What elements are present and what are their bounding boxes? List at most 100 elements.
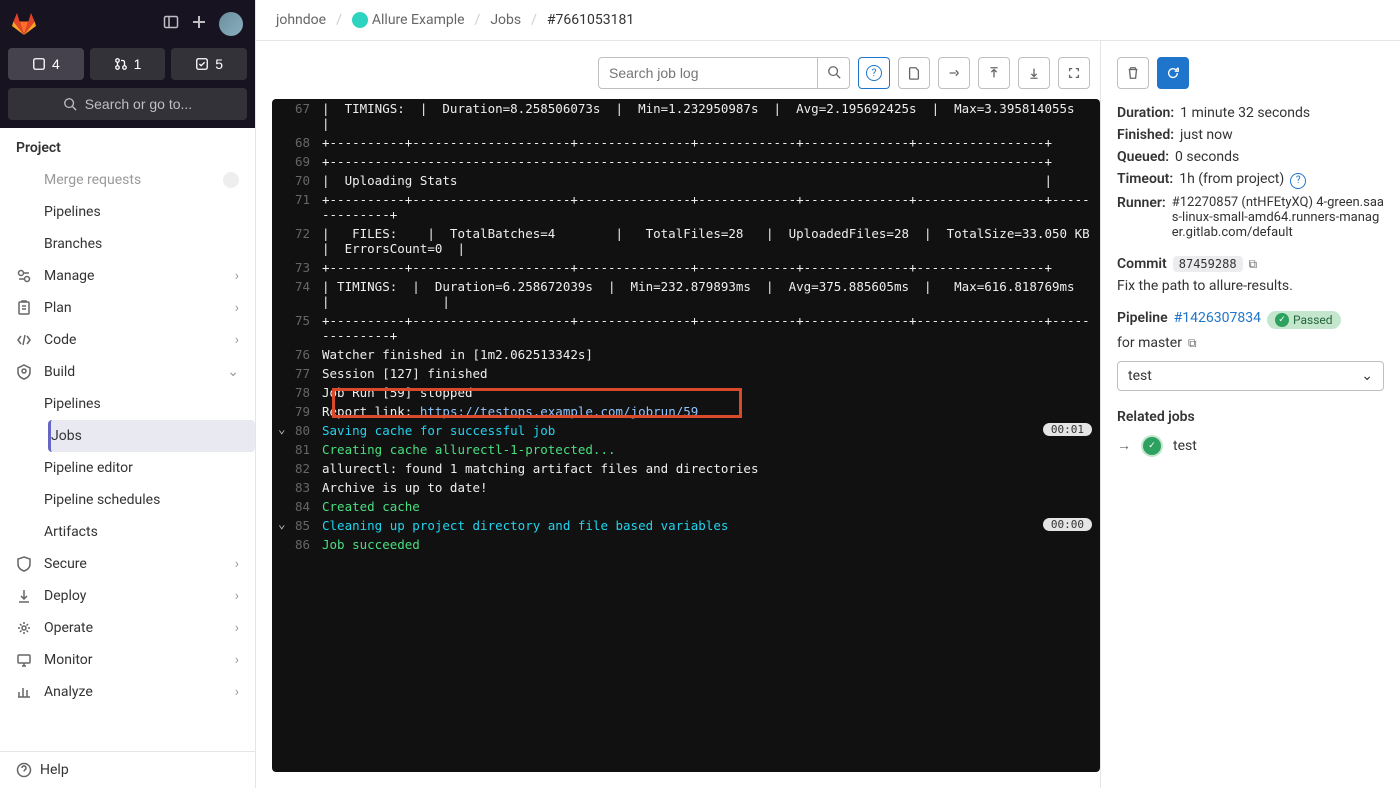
issues-badge-button[interactable]: 4 [8,48,84,80]
help-label: Help [40,762,69,778]
commit-hash[interactable]: 87459288 [1173,256,1243,272]
copy-commit-icon[interactable]: ⧉ [1249,257,1258,272]
log-line-77: 77Session [127] finished [272,364,1100,383]
chevron-down-icon: ⌄ [1361,368,1373,384]
analyze-icon [16,684,32,700]
sidebar-item-code[interactable]: Code› [0,324,255,356]
runner-label: Runner: [1117,195,1166,211]
sidebar-item-pipelines-top[interactable]: Pipelines [44,196,255,228]
pipeline-id-link[interactable]: #1426307834 [1174,310,1261,326]
sidebar-item-branches[interactable]: Branches [44,228,255,260]
fold-toggle-icon[interactable]: ⌄ [278,516,286,531]
breadcrumb-project[interactable]: Allure Example [352,12,465,28]
chevron-right-icon: › [235,652,239,668]
pipeline-for: for master [1117,335,1182,351]
sidebar-item-monitor[interactable]: Monitor› [0,644,255,676]
help-link[interactable]: Help [0,751,255,788]
duration-label: Duration: [1117,105,1174,121]
plan-icon [16,300,32,316]
commit-label: Commit [1117,256,1167,272]
sidebar-item-build[interactable]: Build⌄ [0,356,255,388]
related-job-item[interactable]: → ✓ test [1117,435,1384,457]
log-line-79: 79Report link: https://testops.example.c… [272,402,1100,421]
deploy-icon [16,588,32,604]
breadcrumb-job-id[interactable]: #7661053181 [547,12,634,28]
plus-icon[interactable] [191,14,207,34]
collapse-sidebar-icon[interactable] [163,14,179,34]
log-line-84: 84Created cache [272,497,1100,516]
sidebar-subitem-pipelines[interactable]: Pipelines [44,388,255,420]
sidebar-item-plan[interactable]: Plan› [0,292,255,324]
stage-select[interactable]: test⌄ [1117,361,1384,391]
log-line-80: 80Saving cache for successful job00:01 [272,421,1100,440]
commit-message: Fix the path to allure-results. [1117,278,1293,294]
retry-job-button[interactable] [1157,57,1189,89]
fold-toggle-icon[interactable]: ⌄ [278,421,286,436]
todo-count: 5 [215,56,223,72]
log-line-85: 85Cleaning up project directory and file… [272,516,1100,535]
runner-value: #12270857 (ntHFEtyXQ) 4-green.saas-linux… [1172,195,1384,240]
chevron-right-icon: › [235,620,239,636]
sidebar-item-analyze[interactable]: Analyze› [0,676,255,708]
gitlab-logo[interactable] [12,12,36,36]
sidebar-item-merge-requests[interactable]: Merge requests [44,164,255,196]
sidebar-subitem-artifacts[interactable]: Artifacts [44,516,255,548]
search-log-input[interactable] [598,57,818,89]
related-job-name: test [1173,438,1197,454]
duration-value: 1 minute 32 seconds [1180,105,1310,121]
raw-log-icon[interactable] [898,57,930,89]
sidebar-topbar: 4 1 5 Search or go to... [0,0,255,128]
sidebar-item-operate[interactable]: Operate› [0,612,255,644]
copy-branch-icon[interactable]: ⧉ [1188,336,1197,351]
scroll-bottom-icon[interactable] [1018,57,1050,89]
sidebar-nav: Merge requests Pipelines Branches Manage… [0,164,255,751]
delete-job-button[interactable] [1117,57,1149,89]
user-avatar[interactable] [219,12,243,36]
section-duration-badge: 00:00 [1043,518,1092,531]
log-line-83: 83Archive is up to date! [272,478,1100,497]
pipeline-label: Pipeline [1117,310,1168,326]
finished-value: just now [1180,127,1233,143]
merge-requests-count: 1 [134,56,142,72]
main-content: johndoe / Allure Example / Jobs / #76610… [256,0,1400,788]
sidebar-subitem-pipeline-schedules[interactable]: Pipeline schedules [44,484,255,516]
project-section-label: Project [0,128,255,164]
timeout-value: 1h (from project) [1179,171,1284,187]
log-help-icon[interactable]: ? [858,57,890,89]
breadcrumb-section[interactable]: Jobs [490,12,521,28]
search-button[interactable]: Search or go to... [8,88,247,120]
todo-badge-button[interactable]: 5 [171,48,247,80]
scroll-to-icon[interactable] [938,57,970,89]
log-line-73: 73+----------+---------------------+----… [272,258,1100,277]
log-line-75: 75+----------+---------------------+----… [272,311,1100,345]
sidebar-item-manage[interactable]: Manage› [0,260,255,292]
log-line-71: 71+----------+---------------------+----… [272,190,1100,224]
pipeline-status-badge: ✓Passed [1267,311,1341,329]
breadcrumb: johndoe / Allure Example / Jobs / #76610… [256,0,1400,41]
sidebar-item-deploy[interactable]: Deploy› [0,580,255,612]
queued-value: 0 seconds [1175,149,1239,165]
sidebar-item-secure[interactable]: Secure› [0,548,255,580]
scroll-top-icon[interactable] [978,57,1010,89]
queued-label: Queued: [1117,149,1169,165]
breadcrumb-user[interactable]: johndoe [276,12,326,28]
sidebar-subitem-jobs[interactable]: Jobs [48,420,255,452]
code-icon [16,332,32,348]
sidebar-subitem-pipeline-editor[interactable]: Pipeline editor [44,452,255,484]
fullscreen-icon[interactable] [1058,57,1090,89]
merge-requests-badge-button[interactable]: 1 [90,48,166,80]
log-line-76: 76Watcher finished in [1m2.062513342s] [272,345,1100,364]
chevron-down-icon: ⌄ [227,364,239,380]
timeout-help-icon[interactable]: ? [1290,173,1306,189]
build-icon [16,364,32,380]
chevron-right-icon: › [235,588,239,604]
finished-label: Finished: [1117,127,1174,143]
job-log[interactable]: 67| TIMINGS: | Duration=8.258506073s | M… [272,99,1100,772]
log-line-78: 78Job Run [59] stopped [272,383,1100,402]
search-label: Search or go to... [85,96,192,112]
arrow-right-icon: → [1117,437,1131,454]
log-line-74: 74| TIMINGS: | Duration=6.258672039s | M… [272,277,1100,311]
report-link[interactable]: https://testops.example.com/jobrun/59 [420,404,698,419]
timeout-label: Timeout: [1117,171,1173,187]
search-log-submit[interactable] [818,57,850,89]
